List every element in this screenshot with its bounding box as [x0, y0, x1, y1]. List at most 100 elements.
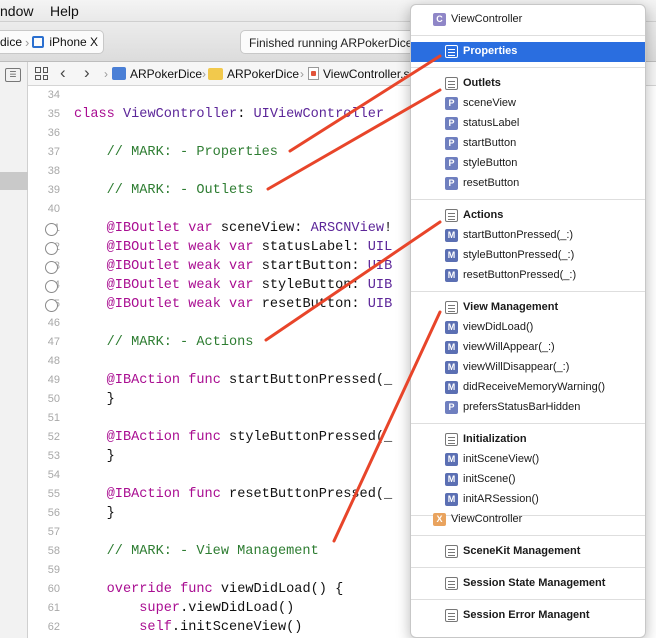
outlet-connection-circle[interactable] [45, 242, 58, 255]
mark-list-icon [445, 77, 458, 90]
code-line[interactable]: } [74, 504, 115, 523]
line-number: 57 [47, 526, 60, 538]
back-arrow-icon[interactable]: ‹ [60, 63, 66, 83]
symbol-item-prop[interactable]: PstatusLabel [411, 114, 645, 134]
code-line[interactable]: // MARK: - Properties [74, 143, 278, 162]
navigator-icon[interactable]: ☰ [5, 68, 21, 82]
symbol-item-method[interactable]: MinitARSession() [411, 490, 645, 510]
activity-status: Finished running ARPokerDice [240, 30, 420, 54]
symbol-item-method[interactable]: MstyleButtonPressed(_:) [411, 246, 645, 266]
menu-separator [411, 599, 645, 600]
property-icon: P [445, 177, 458, 190]
symbol-item-method[interactable]: MdidReceiveMemoryWarning() [411, 378, 645, 398]
mark-list-icon [445, 209, 458, 222]
symbol-label: Properties [463, 45, 518, 57]
code-line[interactable]: @IBOutlet var sceneView: ARSCNView! [74, 219, 393, 238]
symbol-label: styleButton [463, 157, 518, 169]
symbol-label: Outlets [463, 77, 501, 89]
symbol-item-mark[interactable]: Actions [411, 206, 645, 226]
method-icon: M [445, 229, 458, 242]
symbol-item-method[interactable]: MviewWillDisappear(_:) [411, 358, 645, 378]
code-line[interactable]: @IBAction func startButtonPressed(_ [74, 371, 393, 390]
navigator-selected-row[interactable] [0, 172, 28, 190]
line-number: 34 [47, 89, 60, 101]
scheme-selector[interactable]: dice › iPhone X [0, 30, 104, 54]
code-line[interactable]: @IBOutlet weak var startButton: UIB [74, 257, 393, 276]
symbol-item-class[interactable]: C ViewController [411, 10, 645, 30]
menu-window[interactable]: ndow [0, 3, 33, 19]
code-line[interactable]: @IBOutlet weak var resetButton: UIB [74, 295, 393, 314]
menu-separator [411, 423, 645, 424]
line-number: 38 [47, 165, 60, 177]
symbol-item-method[interactable]: MresetButtonPressed(_:) [411, 266, 645, 286]
line-number: 35 [47, 108, 60, 120]
navigator-strip: ☰ [0, 62, 28, 638]
code-line[interactable]: } [74, 390, 115, 409]
outlet-connection-circle[interactable] [45, 299, 58, 312]
symbol-item-mark[interactable]: Session Error Managent [411, 606, 645, 626]
breadcrumb-file[interactable]: ViewController.s [308, 67, 409, 81]
code-line[interactable]: @IBOutlet weak var statusLabel: UIL [74, 238, 393, 257]
symbol-item-mark[interactable]: View Management [411, 298, 645, 318]
code-line[interactable]: @IBAction func resetButtonPressed(_ [74, 485, 393, 504]
code-line[interactable]: class ViewController: UIViewController [74, 105, 384, 124]
breadcrumb-project[interactable]: ARPokerDice [112, 67, 202, 81]
method-icon: M [445, 269, 458, 282]
forward-arrow-icon[interactable]: › [84, 63, 90, 83]
symbol-item-mark[interactable]: Outlets [411, 74, 645, 94]
line-number: 39 [47, 184, 60, 196]
menu-help[interactable]: Help [50, 3, 79, 19]
symbol-label: startButtonPressed(_:) [463, 229, 574, 241]
symbol-item-mark[interactable]: Initialization [411, 430, 645, 450]
symbol-item-prop[interactable]: PstyleButton [411, 154, 645, 174]
line-number: 40 [47, 203, 60, 215]
symbol-item-method[interactable]: MviewDidLoad() [411, 318, 645, 338]
property-icon: P [445, 97, 458, 110]
symbol-item-method[interactable]: MinitSceneView() [411, 450, 645, 470]
code-line[interactable]: } [74, 447, 115, 466]
symbol-label: sceneView [463, 97, 516, 109]
chevron-right-icon: › [25, 34, 30, 50]
line-number: 37 [47, 146, 60, 158]
symbol-label: ViewController [451, 513, 523, 525]
breadcrumb-folder[interactable]: ARPokerDice [208, 67, 299, 81]
project-icon [112, 67, 126, 80]
outlet-connection-circle[interactable] [45, 223, 58, 236]
code-line[interactable]: @IBOutlet weak var styleButton: UIB [74, 276, 393, 295]
code-line[interactable]: // MARK: - Actions [74, 333, 254, 352]
extension-icon: X [433, 513, 446, 526]
code-line[interactable]: super.viewDidLoad() [74, 599, 294, 618]
symbol-item-mark[interactable]: Properties [411, 42, 645, 62]
code-line[interactable]: self.initSceneView() [74, 618, 302, 637]
symbol-item-extension[interactable]: X ViewController [411, 510, 645, 530]
scheme-name: dice [0, 35, 23, 49]
symbol-item-method[interactable]: MstartButtonPressed(_:) [411, 226, 645, 246]
code-line[interactable]: @IBAction func styleButtonPressed(_ [74, 428, 393, 447]
symbol-item-mark[interactable]: Session State Management [411, 574, 645, 594]
symbol-item-mark[interactable]: SceneKit Management [411, 542, 645, 562]
symbol-item-method[interactable]: MviewWillAppear(_:) [411, 338, 645, 358]
line-number: 59 [47, 564, 60, 576]
symbol-item-prop[interactable]: PprefersStatusBarHidden [411, 398, 645, 418]
outlet-connection-circle[interactable] [45, 280, 58, 293]
symbol-dropdown[interactable]: C ViewController Properties Outlets PsceneVi… [410, 4, 646, 638]
symbol-label: SceneKit Management [463, 545, 581, 557]
menu-separator [411, 291, 645, 292]
property-icon: P [445, 137, 458, 150]
symbol-label: styleButtonPressed(_:) [463, 249, 575, 261]
code-line[interactable]: override func viewDidLoad() { [74, 580, 344, 599]
symbol-item-prop[interactable]: PresetButton [411, 174, 645, 194]
line-number: 62 [47, 621, 60, 633]
symbol-item-prop[interactable]: PstartButton [411, 134, 645, 154]
crumb-separator: › [202, 67, 206, 81]
mark-list-icon [445, 433, 458, 446]
outlet-connection-circle[interactable] [45, 261, 58, 274]
code-line[interactable]: // MARK: - View Management [74, 542, 319, 561]
code-line[interactable]: // MARK: - Outlets [74, 181, 254, 200]
method-icon: M [445, 473, 458, 486]
related-items-icon[interactable] [35, 67, 48, 80]
symbol-item-method[interactable]: MinitScene() [411, 470, 645, 490]
crumb-separator: › [300, 67, 304, 81]
symbol-item-prop[interactable]: PsceneView [411, 94, 645, 114]
symbol-label: initSceneView() [463, 453, 540, 465]
